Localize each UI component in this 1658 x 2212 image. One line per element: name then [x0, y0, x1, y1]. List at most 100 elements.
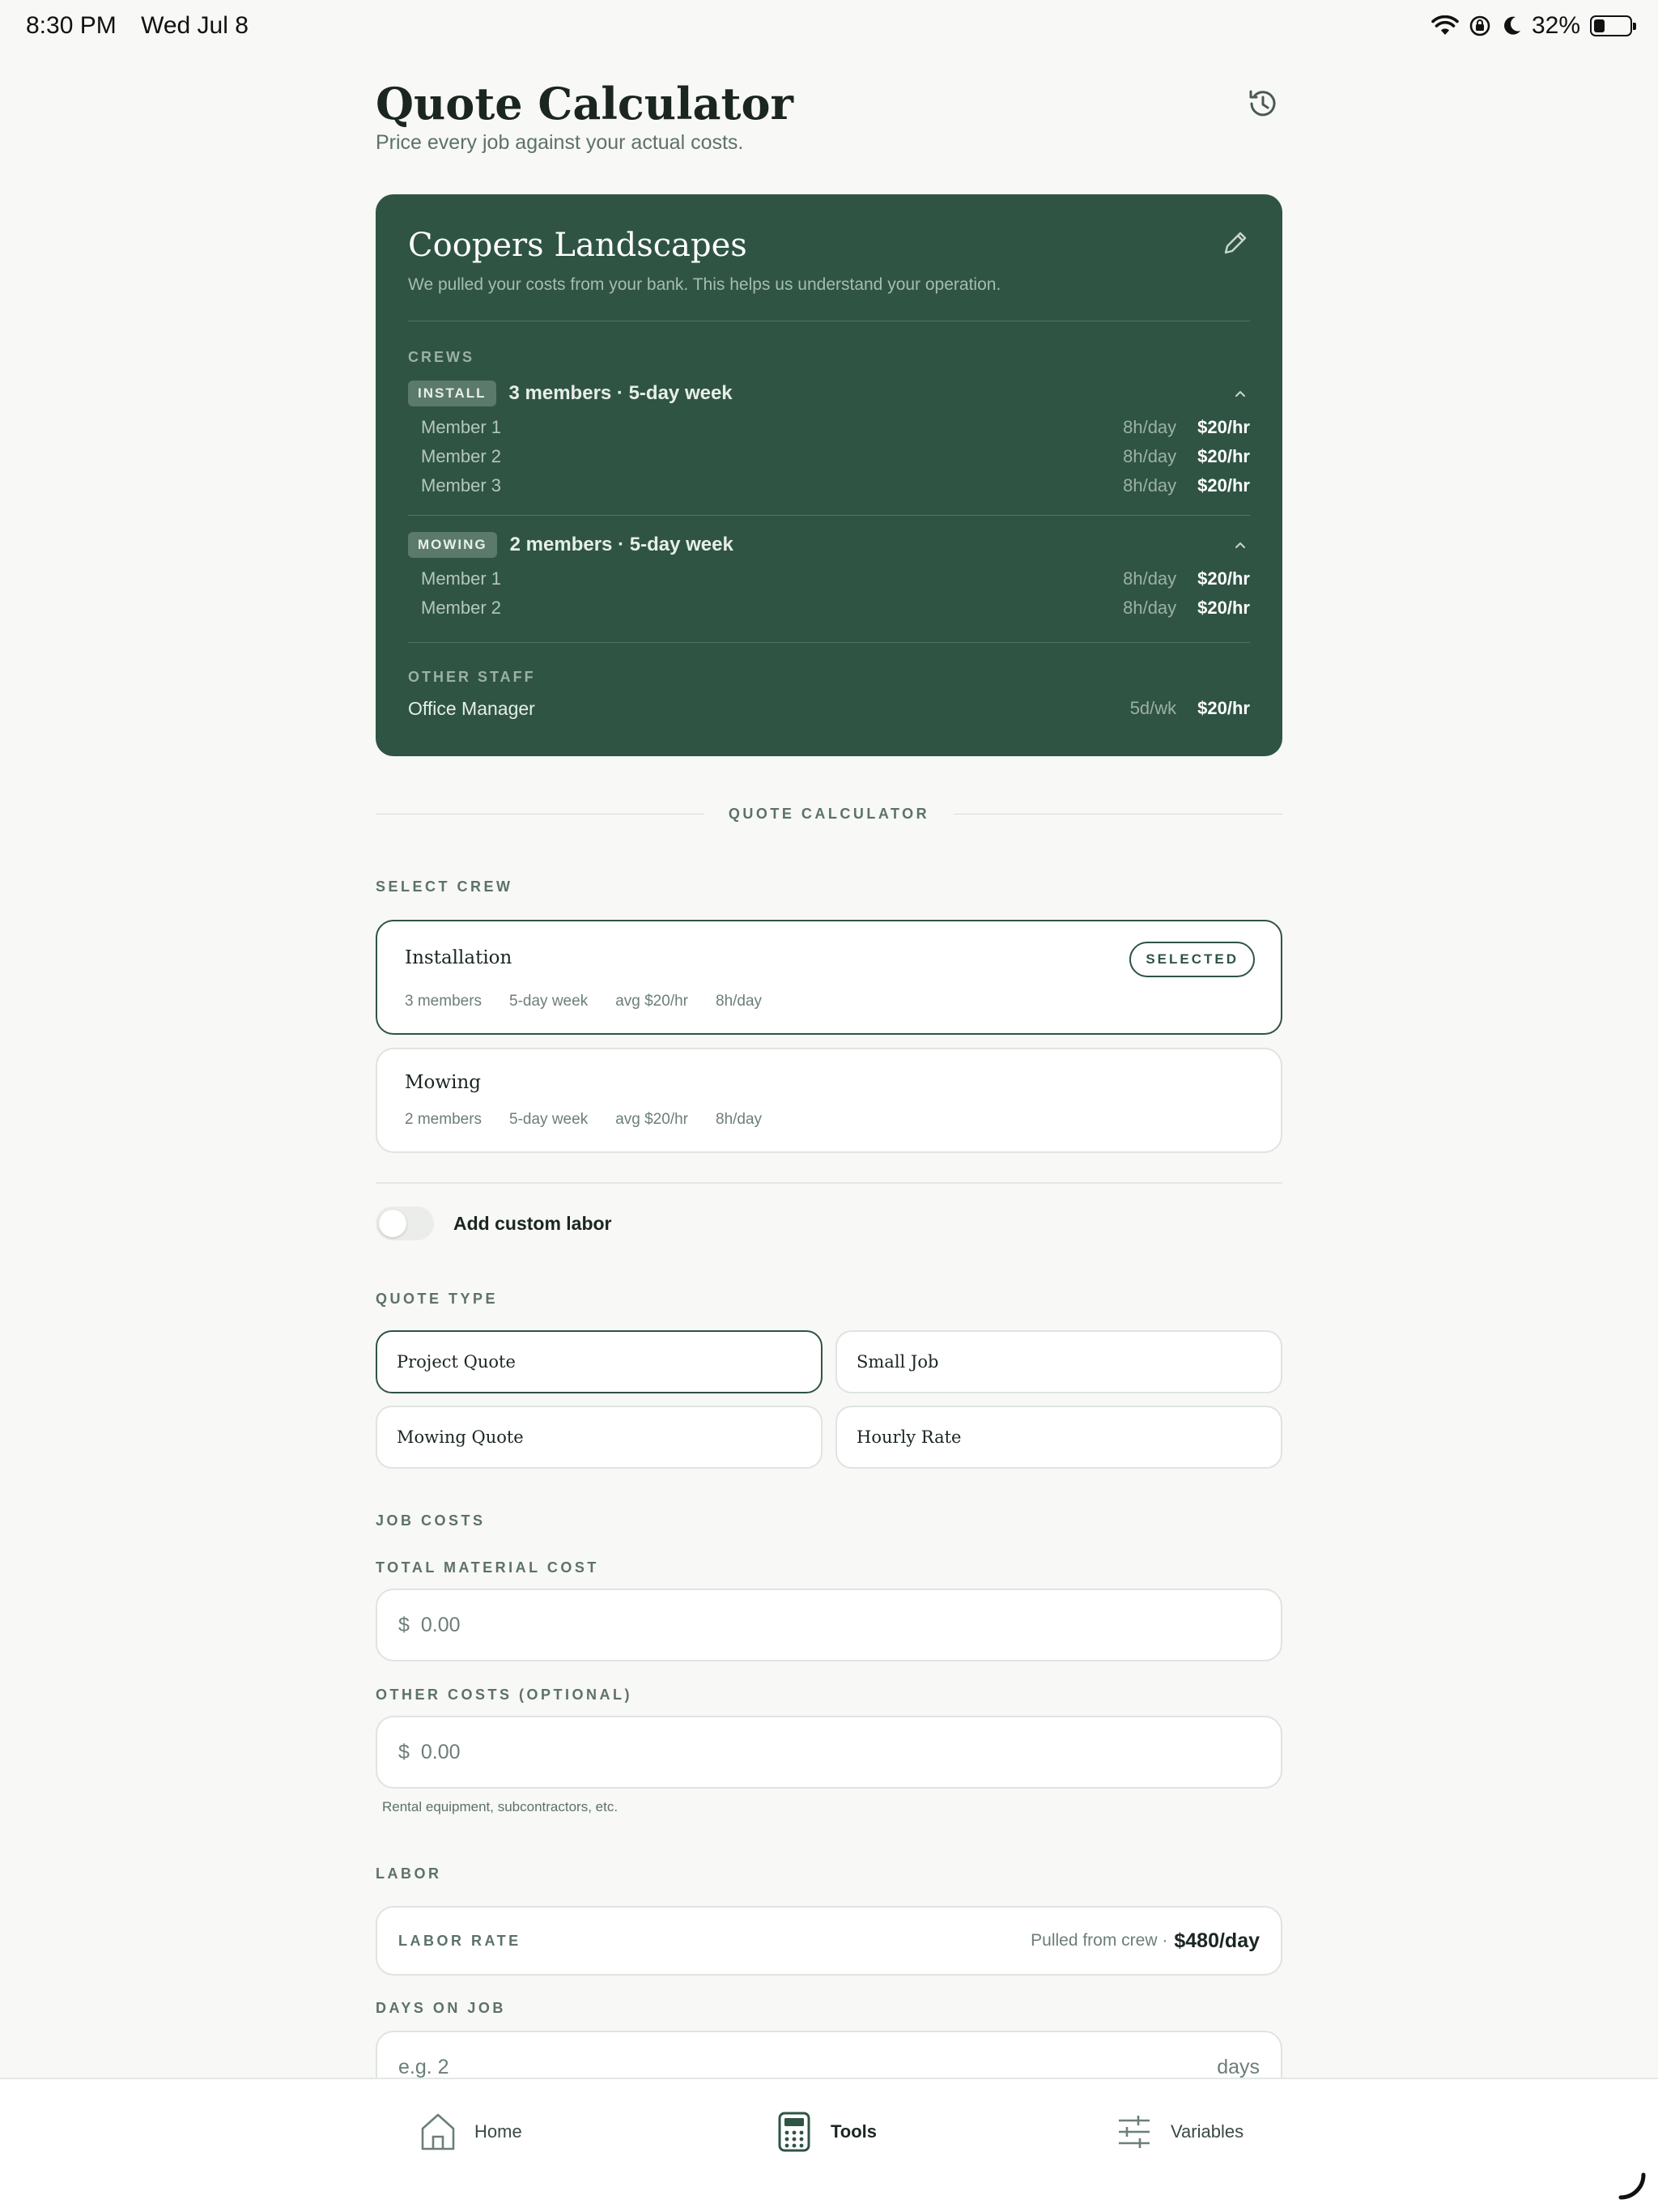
- nav-tools[interactable]: Tools: [776, 2110, 877, 2154]
- orientation-lock-icon: [1469, 15, 1490, 36]
- custom-labor-toggle[interactable]: [376, 1206, 434, 1240]
- member-rate: $20/hr: [1197, 446, 1250, 466]
- status-date: Wed Jul 8: [141, 12, 249, 39]
- sliders-icon: [1119, 2116, 1150, 2148]
- nav-tools-label: Tools: [831, 2121, 878, 2142]
- member-rate: $20/hr: [1197, 475, 1250, 496]
- selected-badge: SELECTED: [1129, 942, 1255, 977]
- other-staff-label: OTHER STAFF: [408, 669, 536, 685]
- calculator-icon: [778, 2112, 810, 2152]
- labor-rate-row: LABOR RATE Pulled from crew · $480/day: [376, 1906, 1282, 1976]
- nav-home[interactable]: Home: [419, 2110, 522, 2154]
- nav-variables[interactable]: Variables: [1116, 2110, 1244, 2154]
- crew-header-mowing[interactable]: MOWING 2 members · 5-day week: [408, 529, 1250, 561]
- calculator-divider: QUOTE CALCULATOR: [376, 802, 1283, 826]
- currency-prefix: $: [398, 1613, 410, 1636]
- material-cost-field[interactable]: $: [376, 1589, 1282, 1661]
- member-hours: 8h/day: [1123, 446, 1177, 466]
- divider: [408, 515, 1250, 516]
- member-row: Member 1 8h/day $20/hr: [408, 564, 1250, 593]
- member-rate: $20/hr: [1197, 568, 1250, 589]
- member-hours: 8h/day: [1123, 598, 1177, 618]
- member-row: Member 2 8h/day $20/hr: [408, 442, 1250, 471]
- other-costs-label: OTHER COSTS (OPTIONAL): [376, 1687, 632, 1703]
- chevron-up-icon[interactable]: [1231, 535, 1250, 555]
- crew-option-meta: 2 members 5-day week avg $20/hr 8h/day: [405, 1111, 762, 1129]
- crew-option-installation[interactable]: Installation SELECTED 3 members 5-day we…: [376, 920, 1282, 1035]
- nav-home-label: Home: [474, 2121, 522, 2142]
- custom-labor-label: Add custom labor: [453, 1212, 612, 1234]
- page-title: Quote Calculator: [376, 78, 793, 130]
- other-costs-input[interactable]: [420, 1740, 1260, 1764]
- labor-rate-source: Pulled from crew ·: [1031, 1931, 1168, 1950]
- labor-label: LABOR: [376, 1865, 442, 1882]
- crew-badge: INSTALL: [408, 381, 496, 406]
- custom-labor-row: Add custom labor: [376, 1206, 612, 1240]
- quote-type-small-job[interactable]: Small Job: [835, 1330, 1282, 1393]
- member-name: Member 2: [421, 598, 502, 618]
- nav-variables-label: Variables: [1171, 2121, 1244, 2142]
- crew-hours: 8h/day: [716, 1111, 763, 1128]
- crew-option-mowing[interactable]: Mowing 2 members 5-day week avg $20/hr 8…: [376, 1048, 1282, 1153]
- material-cost-label: TOTAL MATERIAL COST: [376, 1559, 599, 1576]
- history-icon[interactable]: [1244, 84, 1282, 123]
- staff-rate: $20/hr: [1197, 698, 1250, 718]
- moon-icon: [1504, 16, 1520, 35]
- calculator-divider-label: QUOTE CALCULATOR: [728, 805, 930, 822]
- other-costs-field[interactable]: $: [376, 1716, 1282, 1789]
- member-name: Member 2: [421, 446, 502, 466]
- member-row: Member 3 8h/day $20/hr: [408, 471, 1250, 500]
- member-name: Member 3: [421, 475, 502, 496]
- divider-line: [954, 813, 1283, 815]
- battery-fill: [1594, 19, 1605, 32]
- toggle-knob: [379, 1210, 406, 1237]
- crew-header-install[interactable]: INSTALL 3 members · 5-day week: [408, 377, 1250, 410]
- member-hours: 8h/day: [1123, 568, 1177, 589]
- quote-type-hourly[interactable]: Hourly Rate: [835, 1406, 1282, 1469]
- page-subtitle: Price every job against your actual cost…: [376, 131, 744, 154]
- crew-summary: 3 members · 5-day week: [508, 382, 733, 404]
- company-name: Coopers Landscapes: [408, 227, 747, 264]
- quote-type-mowing[interactable]: Mowing Quote: [376, 1406, 823, 1469]
- member-name: Member 1: [421, 417, 502, 437]
- status-bar: 8:30 PM Wed Jul 8 32%: [0, 0, 1658, 52]
- company-description: We pulled your costs from your bank. Thi…: [408, 275, 1001, 294]
- status-right: 32%: [1431, 12, 1636, 40]
- divider-line: [376, 813, 704, 815]
- battery-percent: 32%: [1531, 12, 1580, 39]
- crew-hours: 8h/day: [716, 993, 763, 1010]
- battery-icon: [1590, 15, 1636, 36]
- chevron-up-icon[interactable]: [1231, 384, 1250, 403]
- material-cost-input[interactable]: [420, 1613, 1260, 1637]
- status-left: 8:30 PM Wed Jul 8: [26, 12, 266, 40]
- member-rate: $20/hr: [1197, 598, 1250, 618]
- status-time: 8:30 PM: [26, 12, 117, 39]
- days-on-job-label: DAYS ON JOB: [376, 2000, 506, 2016]
- quote-type-project[interactable]: Project Quote: [376, 1330, 823, 1393]
- select-crew-label: SELECT CREW: [376, 878, 513, 895]
- crew-avg-rate: avg $20/hr: [615, 1111, 688, 1128]
- crew-badge: MOWING: [408, 532, 497, 558]
- crews-label: CREWS: [408, 349, 474, 365]
- member-row: Member 1 8h/day $20/hr: [408, 413, 1250, 442]
- company-card: Coopers Landscapes We pulled your costs …: [376, 194, 1282, 756]
- crew-summary: 2 members · 5-day week: [509, 534, 733, 555]
- pencil-icon[interactable]: [1219, 227, 1252, 259]
- corner-indicator-icon: [1618, 2172, 1646, 2200]
- wifi-icon: [1431, 15, 1459, 35]
- member-row: Member 2 8h/day $20/hr: [408, 593, 1250, 623]
- crew-option-name: Mowing: [405, 1072, 481, 1093]
- crew-option-meta: 3 members 5-day week avg $20/hr 8h/day: [405, 993, 762, 1010]
- home-icon: [421, 2113, 455, 2150]
- labor-rate-value: $480/day: [1174, 1929, 1260, 1952]
- quote-type-label: QUOTE TYPE: [376, 1291, 499, 1307]
- crew-week: 5-day week: [509, 993, 589, 1010]
- other-costs-help: Rental equipment, subcontractors, etc.: [382, 1799, 619, 1814]
- crew-members-mowing: Member 1 8h/day $20/hr Member 2 8h/day $…: [408, 564, 1250, 623]
- crew-avg-rate: avg $20/hr: [615, 993, 688, 1010]
- staff-name: Office Manager: [408, 697, 535, 719]
- crew-members: 2 members: [405, 1111, 483, 1128]
- member-name: Member 1: [421, 568, 502, 589]
- days-on-job-input[interactable]: [398, 2055, 1218, 2079]
- job-costs-label: JOB COSTS: [376, 1512, 486, 1529]
